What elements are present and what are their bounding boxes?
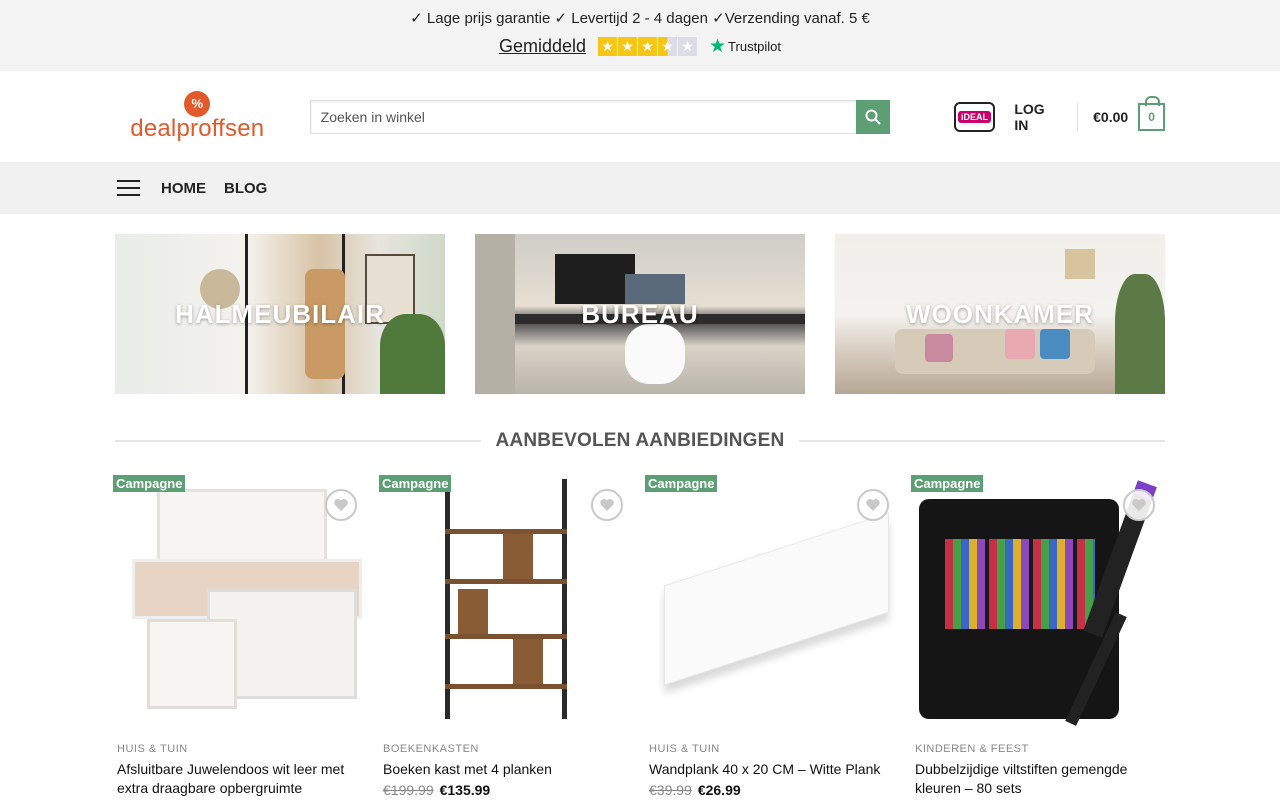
category-title: BUREAU: [581, 298, 699, 329]
product-name[interactable]: Afsluitbare Juwelendoos wit leer met ext…: [117, 760, 362, 798]
product-category[interactable]: BOEKENKASTEN: [383, 743, 645, 755]
logo[interactable]: % dealproffsen: [118, 90, 277, 143]
wishlist-heart-icon[interactable]: [591, 489, 623, 521]
product-category[interactable]: HUIS & TUIN: [117, 743, 379, 755]
trustpilot-text: Trustpilot: [728, 38, 782, 54]
product-price: €39.99 €26.99: [649, 782, 911, 798]
product-name[interactable]: Wandplank 40 x 20 CM – Witte Plank: [649, 760, 894, 779]
old-price: €199.99: [383, 782, 434, 798]
star-icon: ★: [598, 36, 617, 56]
menu-icon[interactable]: [117, 180, 140, 196]
product-category[interactable]: KINDEREN & FEEST: [915, 743, 1177, 755]
cart-count: 0: [1148, 109, 1155, 124]
star-empty-icon: ★: [678, 36, 697, 56]
product-card[interactable]: Campagne HUIS & TUIN Wandplank 40 x 20 C…: [645, 475, 911, 798]
search-button[interactable]: [855, 99, 890, 134]
rating-stars: ★ ★ ★ ★ ★: [598, 36, 697, 56]
rating-label[interactable]: Gemiddeld: [499, 36, 586, 57]
product-card[interactable]: Campagne KINDEREN & FEEST Dubbelzijdige …: [911, 475, 1177, 798]
campaign-badge: Campagne: [379, 475, 452, 492]
wishlist-heart-icon[interactable]: [857, 489, 889, 521]
product-grid: Campagne HUIS & TUIN Afsluitbare Juwelen…: [0, 475, 1280, 798]
campaign-badge: Campagne: [911, 475, 984, 492]
star-icon: ★: [618, 36, 637, 56]
rating-row: Gemiddeld ★ ★ ★ ★ ★ ★ Trustpilot: [0, 31, 1280, 61]
product-card[interactable]: Campagne HUIS & TUIN Afsluitbare Juwelen…: [113, 475, 379, 798]
old-price: €39.99: [649, 782, 692, 798]
heading-line: [799, 440, 1166, 442]
header: % dealproffsen iDEAL LOG IN €0.00 0: [0, 71, 1280, 162]
nav-item-blog[interactable]: BLOG: [224, 180, 267, 197]
section-title: AANBEVOLEN AANBIEDINGEN: [495, 430, 785, 451]
star-half-icon: ★: [658, 36, 677, 56]
ideal-logo: iDEAL: [953, 101, 996, 132]
logo-text: dealproffsen: [130, 114, 265, 142]
ideal-text: iDEAL: [957, 110, 991, 123]
category-banner-woonkamer[interactable]: WOONKAMER: [835, 234, 1165, 394]
trustpilot-star-icon: ★: [709, 35, 727, 57]
campaign-badge: Campagne: [113, 475, 186, 492]
sale-price: €135.99: [439, 782, 491, 798]
search-icon: [865, 109, 881, 125]
product-card[interactable]: Campagne BOEKENKASTEN Boeken kast met 4 …: [379, 475, 645, 798]
wishlist-heart-icon[interactable]: [1123, 489, 1155, 521]
login-link[interactable]: LOG IN: [1014, 101, 1062, 133]
nav-item-home[interactable]: HOME: [161, 180, 206, 197]
search-bar: [309, 99, 890, 134]
category-banners: HALMEUBILAIR BUREAU WOONKAMER: [0, 214, 1280, 394]
star-icon: ★: [638, 36, 657, 56]
category-title: WOONKAMER: [905, 298, 1095, 329]
header-divider: [1077, 102, 1079, 131]
section-heading: AANBEVOLEN AANBIEDINGEN: [0, 429, 1280, 453]
logo-mark-icon: %: [184, 90, 211, 117]
usp-text: ✓ Lage prijs garantie ✓ Levertijd 2 - 4 …: [410, 10, 870, 27]
search-input[interactable]: [309, 99, 856, 134]
product-price: €199.99 €135.99: [383, 782, 645, 798]
cart-total[interactable]: €0.00: [1093, 109, 1128, 125]
product-category[interactable]: HUIS & TUIN: [649, 743, 911, 755]
wishlist-heart-icon[interactable]: [325, 489, 357, 521]
top-bar: ✓ Lage prijs garantie ✓ Levertijd 2 - 4 …: [0, 0, 1280, 71]
product-name[interactable]: Dubbelzijdige viltstiften gemengde kleur…: [915, 760, 1160, 798]
category-title: HALMEUBILAIR: [175, 298, 385, 329]
product-name[interactable]: Boeken kast met 4 planken: [383, 760, 628, 779]
category-banner-bureau[interactable]: BUREAU: [475, 234, 805, 394]
trustpilot-logo[interactable]: ★ Trustpilot: [709, 37, 781, 56]
main-nav: HOME BLOG: [0, 162, 1280, 214]
cart-icon[interactable]: 0: [1138, 95, 1165, 131]
heading-line: [115, 440, 481, 442]
campaign-badge: Campagne: [645, 475, 718, 492]
sale-price: €26.99: [697, 782, 741, 798]
category-banner-halmeubilair[interactable]: HALMEUBILAIR: [115, 234, 445, 394]
